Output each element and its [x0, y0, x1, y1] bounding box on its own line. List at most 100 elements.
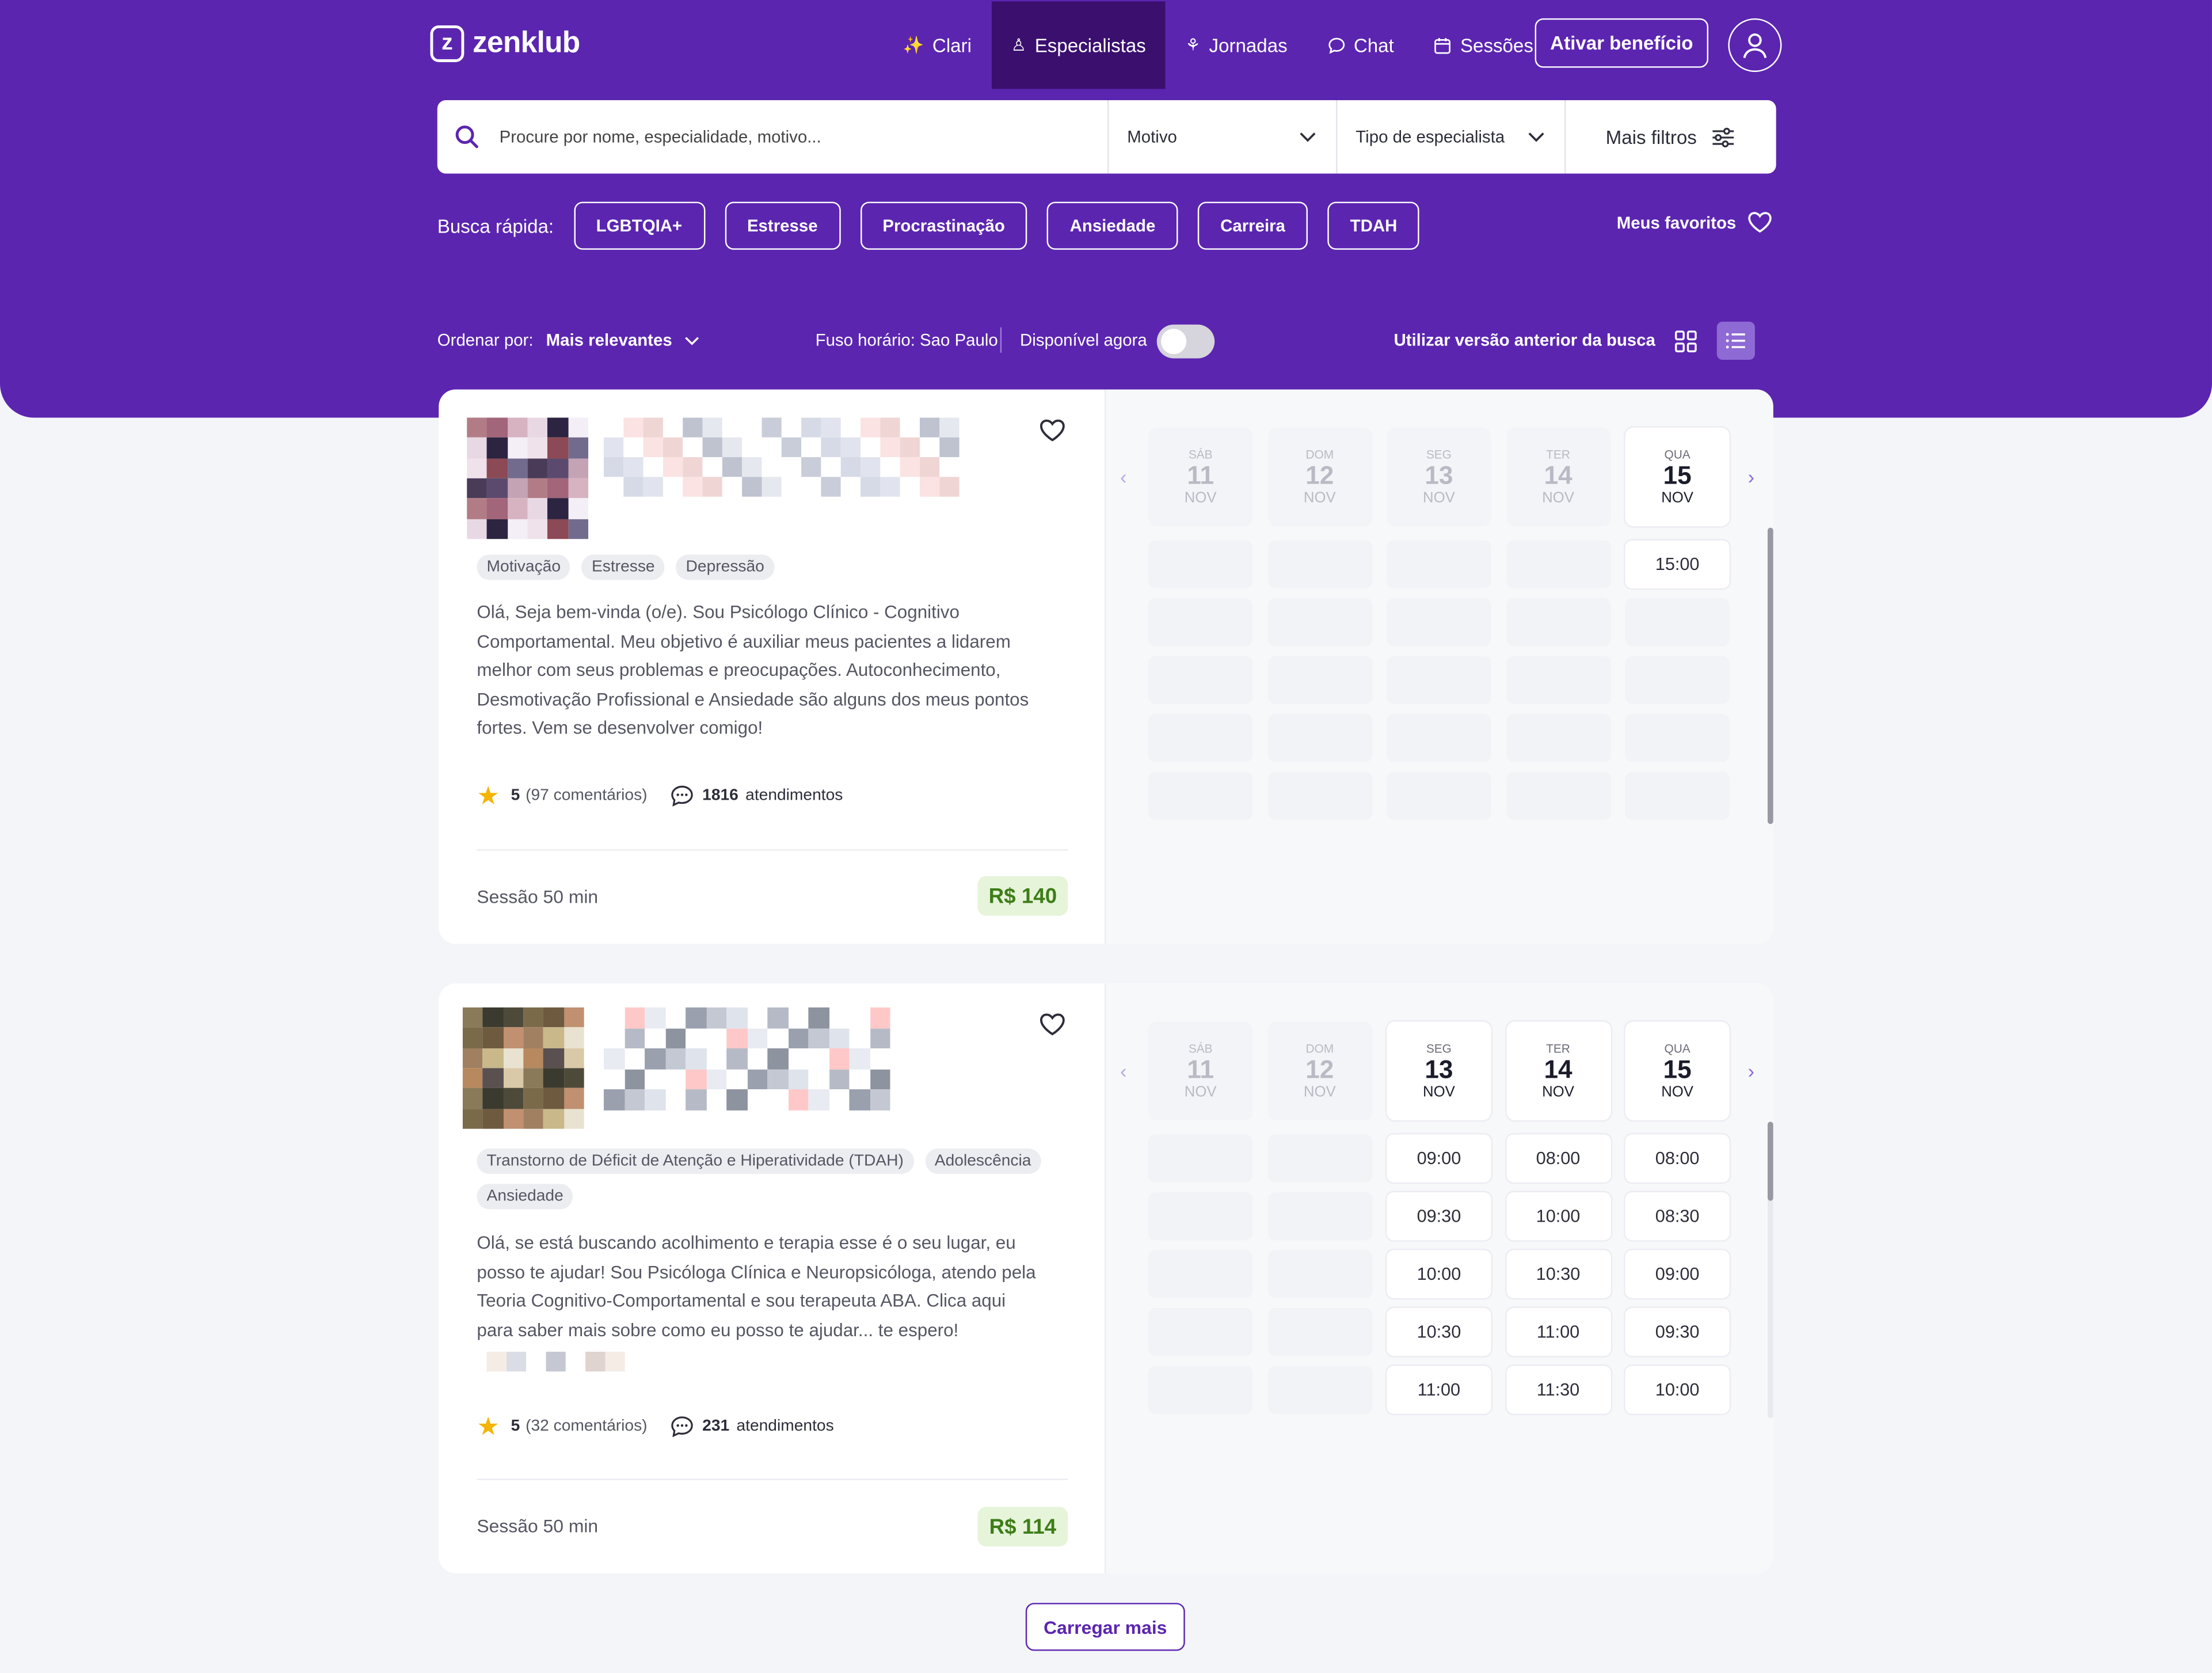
session-duration: Sessão 50 min	[477, 886, 599, 907]
time-slot[interactable]: 08:00	[1506, 1134, 1611, 1182]
calendar-prev-arrow[interactable]: ‹	[1120, 1060, 1126, 1082]
scrollbar[interactable]	[1767, 1121, 1773, 1419]
search-input[interactable]	[499, 127, 1064, 147]
time-slot[interactable]: 10:00	[1387, 1250, 1491, 1298]
favorite-heart-icon[interactable]	[1040, 1012, 1065, 1037]
favorite-heart-icon[interactable]	[1040, 417, 1065, 443]
quick-chip[interactable]: Ansiedade	[1047, 201, 1178, 250]
my-favorites-link[interactable]: Meus favoritos	[1617, 212, 1772, 233]
scrollbar-thumb[interactable]	[1767, 527, 1773, 824]
list-icon	[1726, 333, 1745, 349]
specialist-type-dropdown[interactable]: Tipo de especialista	[1335, 100, 1564, 174]
calendar-day[interactable]: DOM 12 NOV	[1267, 427, 1372, 527]
calendar-day[interactable]: QUA 15 NOV	[1625, 1021, 1730, 1121]
scrollbar[interactable]	[1767, 527, 1773, 824]
calendar-day[interactable]: TER 14 NOV	[1506, 1021, 1611, 1121]
time-slot[interactable]: 09:30	[1387, 1192, 1491, 1241]
specialist-photo[interactable]	[462, 1007, 584, 1129]
motivo-dropdown[interactable]: Motivo	[1107, 100, 1336, 174]
search-field[interactable]	[437, 100, 1107, 173]
quick-chip[interactable]: Carreira	[1197, 201, 1308, 250]
sessions-label: atendimentos	[736, 1418, 834, 1435]
day-number: 11	[1187, 1055, 1214, 1084]
sort-dropdown[interactable]: Ordenar por: Mais relevantes	[437, 330, 700, 350]
time-slot[interactable]: 10:30	[1387, 1307, 1491, 1356]
chevron-down-icon	[1528, 132, 1544, 142]
more-filters-button[interactable]: Mais filtros	[1564, 100, 1776, 174]
specialist-name-blurred[interactable]	[603, 417, 970, 505]
activate-benefit-button[interactable]: Ativar benefício	[1535, 18, 1709, 68]
calendar-day[interactable]: SEG 13 NOV	[1387, 1021, 1491, 1121]
time-slot[interactable]: 15:00	[1625, 540, 1730, 589]
specialist-name-blurred[interactable]	[603, 1007, 893, 1113]
available-now-toggle[interactable]	[1156, 324, 1215, 359]
empty-slot	[1267, 714, 1372, 762]
user-avatar[interactable]	[1728, 18, 1782, 72]
nav-item-chat[interactable]: Chat	[1307, 1, 1414, 89]
quick-chip[interactable]: TDAH	[1327, 201, 1420, 250]
time-slot[interactable]: 11:00	[1387, 1366, 1491, 1414]
weekday-label: TER	[1546, 447, 1570, 462]
chat-icon	[1328, 37, 1345, 54]
nav-item-jornadas[interactable]: ⚘ Jornadas	[1166, 1, 1307, 89]
calendar-day[interactable]: SEG 13 NOV	[1387, 427, 1491, 527]
time-slot[interactable]: 11:30	[1506, 1366, 1611, 1414]
calendar-prev-arrow[interactable]: ‹	[1120, 466, 1126, 488]
quick-chip[interactable]: Procrastinação	[860, 201, 1028, 250]
month-label: NOV	[1303, 489, 1336, 507]
time-slot[interactable]: 08:00	[1625, 1134, 1730, 1182]
calendar-day[interactable]: SÁB 11 NOV	[1148, 1021, 1253, 1121]
divider	[1000, 327, 1002, 353]
chevron-down-icon	[1300, 132, 1316, 142]
logo-text: zenklub	[473, 26, 580, 59]
calendar-day[interactable]: QUA 15 NOV	[1625, 427, 1730, 527]
specialty-tag: Transtorno de Déficit de Atenção e Hiper…	[477, 1149, 914, 1174]
time-slot[interactable]: 09:30	[1625, 1307, 1730, 1356]
review-count[interactable]: (32 comentários)	[526, 1418, 648, 1435]
time-slot[interactable]: 09:00	[1387, 1134, 1491, 1182]
specialist-card[interactable]: Motivação Estresse Depressão Olá, Seja b…	[439, 389, 1773, 944]
specialist-photo[interactable]	[467, 417, 588, 539]
review-count[interactable]: (97 comentários)	[526, 788, 648, 804]
nav-item-sessoes[interactable]: Sessões	[1414, 1, 1553, 89]
time-slot[interactable]: 10:00	[1506, 1192, 1611, 1241]
zenklub-logo[interactable]: z zenklub	[430, 25, 580, 62]
time-slot[interactable]: 10:00	[1625, 1366, 1730, 1414]
calendar-day[interactable]: TER 14 NOV	[1506, 427, 1611, 527]
results-toolbar: Ordenar por: Mais relevantes Fuso horári…	[437, 321, 1777, 360]
logo-mark: z	[430, 25, 465, 62]
grid-view-button[interactable]	[1667, 325, 1704, 359]
time-slot[interactable]: 11:00	[1506, 1307, 1611, 1356]
chat-bubble-icon	[671, 785, 693, 807]
time-slot[interactable]: 10:30	[1506, 1250, 1611, 1298]
timezone-label: Fuso horário: Sao Paulo	[815, 330, 998, 350]
nav-item-clari[interactable]: ✨ Clari	[883, 1, 991, 89]
time-slot[interactable]: 08:30	[1625, 1192, 1730, 1241]
day-number: 13	[1425, 461, 1453, 490]
weekday-label: QUA	[1664, 1041, 1691, 1056]
calendar-day[interactable]: DOM 12 NOV	[1267, 1021, 1372, 1121]
nav-item-especialistas[interactable]: ♙ Especialistas	[991, 1, 1166, 89]
quick-chip[interactable]: Estresse	[724, 201, 840, 250]
calendar-day[interactable]: SÁB 11 NOV	[1148, 427, 1253, 527]
empty-slot	[1625, 598, 1730, 647]
specialist-card[interactable]: Transtorno de Déficit de Atenção e Hiper…	[439, 983, 1773, 1573]
star-icon: ★	[477, 1412, 500, 1441]
calendar-next-arrow[interactable]: ›	[1748, 466, 1754, 488]
calendar-next-arrow[interactable]: ›	[1748, 1060, 1754, 1082]
specialty-tags: Transtorno de Déficit de Atenção e Hiper…	[477, 1149, 1069, 1210]
time-slot[interactable]: 09:00	[1625, 1250, 1730, 1298]
quick-chip[interactable]: LGBTQIA+	[573, 201, 705, 250]
day-number: 15	[1663, 1055, 1692, 1084]
scrollbar-thumb[interactable]	[1767, 1121, 1773, 1201]
empty-slot	[1625, 656, 1730, 704]
specialty-tag: Depressão	[676, 554, 775, 580]
list-view-button[interactable]	[1716, 321, 1755, 360]
nav-item-label: Jornadas	[1209, 35, 1288, 56]
specialty-tag: Adolescência	[924, 1149, 1041, 1174]
old-search-version-link[interactable]: Utilizar versão anterior da busca	[1394, 330, 1655, 350]
load-more-button[interactable]: Carregar mais	[1025, 1603, 1185, 1651]
more-filters-label: Mais filtros	[1605, 126, 1697, 148]
sessions-count: 1816	[702, 787, 738, 805]
specialist-bio: Olá, Seja bem-vinda (o/e). Sou Psicólogo…	[477, 601, 1029, 739]
